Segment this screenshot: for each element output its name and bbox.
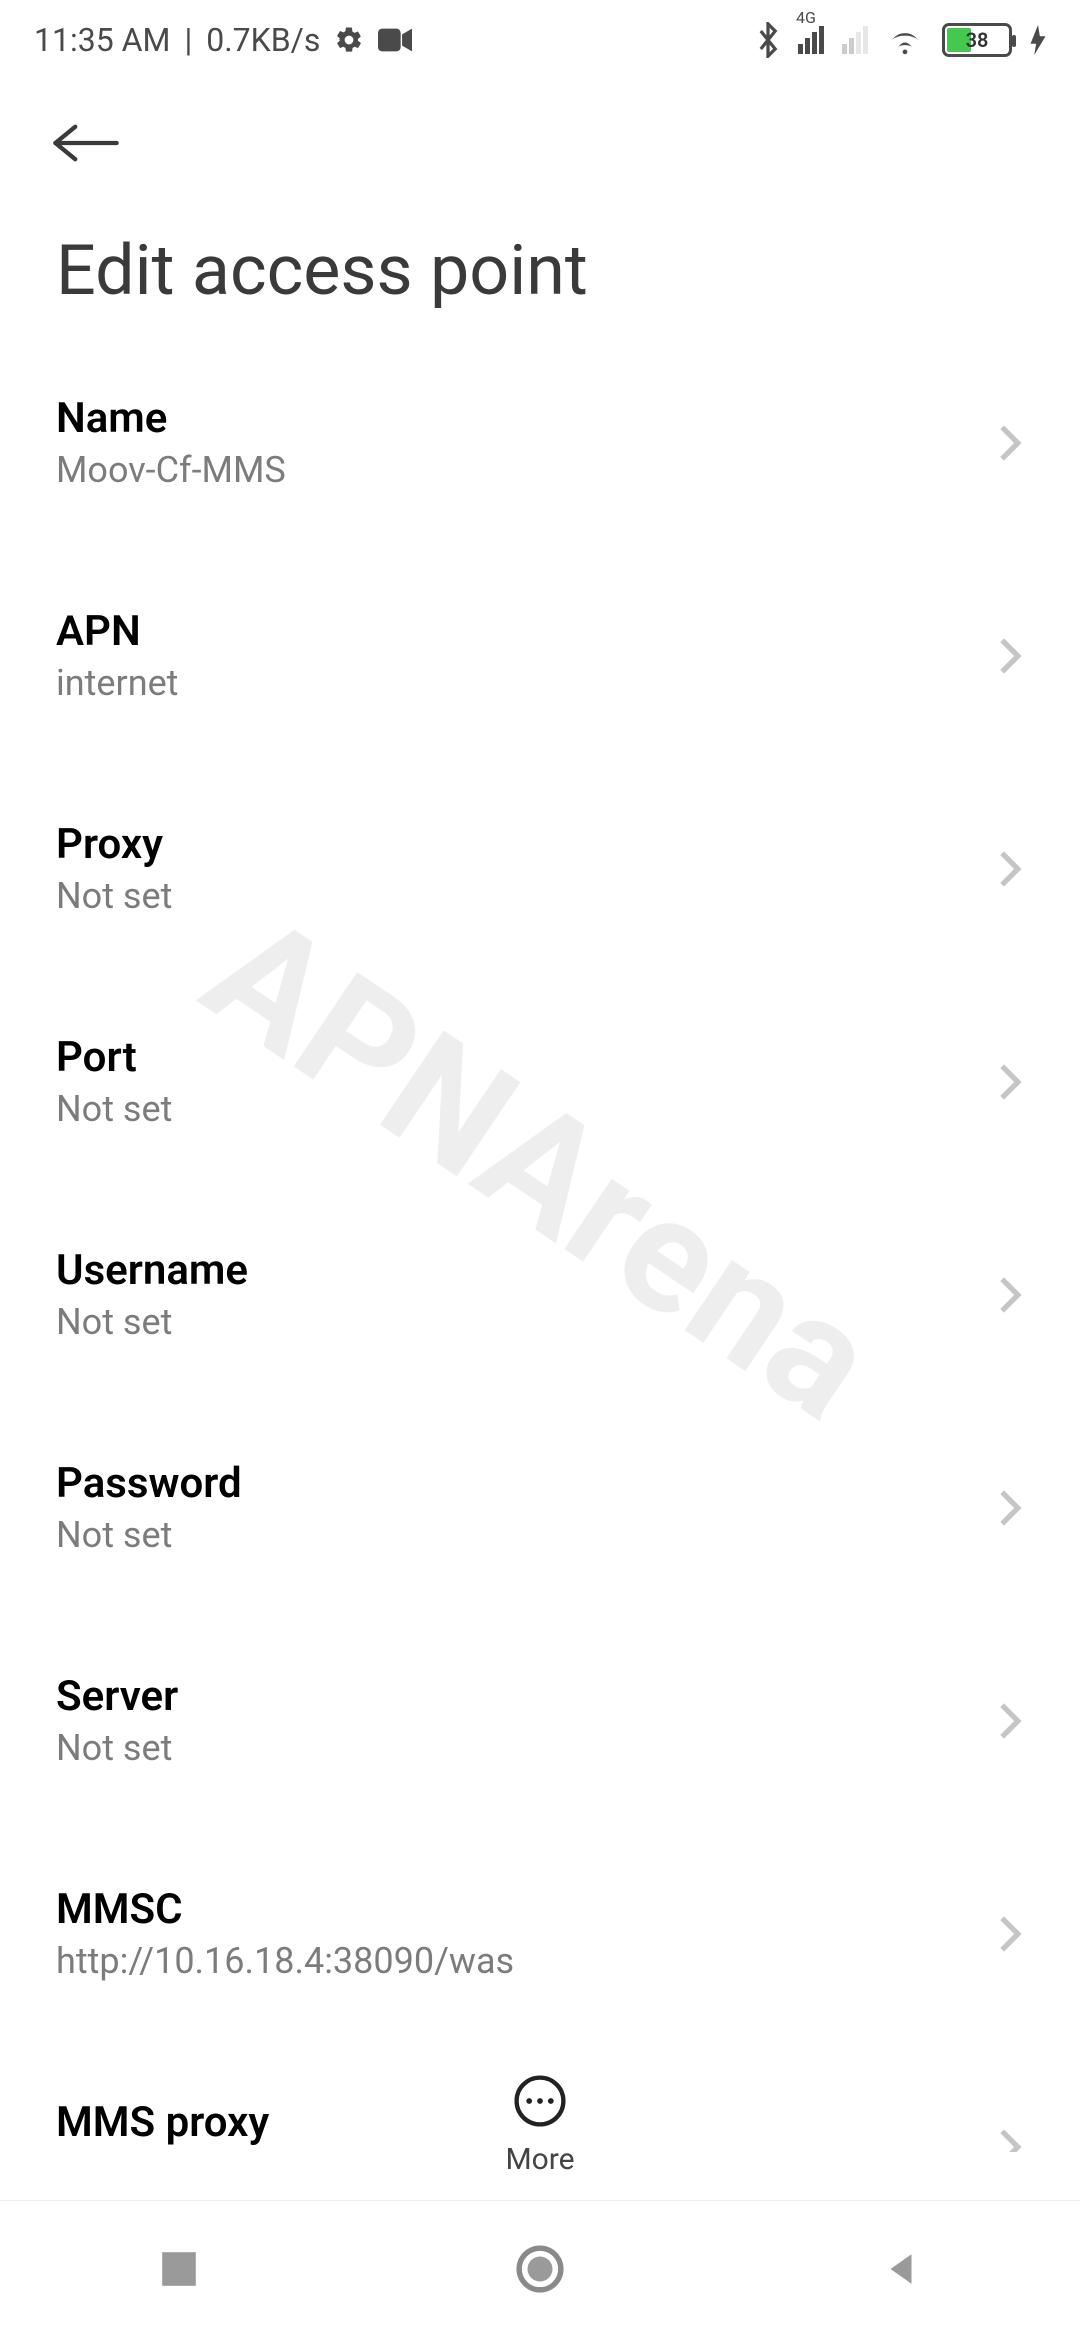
chevron-right-icon xyxy=(996,422,1024,464)
android-nav-bar xyxy=(0,2200,1080,2340)
status-bar: 11:35 AM | 0.7KB/s 4G xyxy=(0,0,1080,80)
row-password[interactable]: Password Not set xyxy=(0,1427,1080,1588)
chevron-right-icon xyxy=(996,848,1024,890)
chevron-right-icon xyxy=(996,1913,1024,1955)
page-title: Edit access point xyxy=(0,210,1080,362)
bottom-toolbar: More xyxy=(0,2050,1080,2200)
row-value: http://10.16.18.4:38090/was xyxy=(56,1940,514,1982)
chevron-right-icon xyxy=(996,1061,1024,1103)
more-button[interactable] xyxy=(513,2074,567,2132)
chevron-right-icon xyxy=(996,635,1024,677)
status-left: 11:35 AM | 0.7KB/s xyxy=(34,21,412,59)
settings-list: APNArena Name Moov-Cf-MMS APN internet P… xyxy=(0,362,1080,2152)
row-proxy[interactable]: Proxy Not set xyxy=(0,788,1080,949)
row-label: Password xyxy=(56,1459,242,1508)
row-username[interactable]: Username Not set xyxy=(0,1214,1080,1375)
status-net-speed: 0.7KB/s xyxy=(206,21,320,59)
row-value: Not set xyxy=(56,875,172,917)
row-mmsc[interactable]: MMSC http://10.16.18.4:38090/was xyxy=(0,1853,1080,2014)
status-right: 4G 38 xyxy=(756,22,1046,58)
app-top-bar xyxy=(0,80,1080,210)
network-label: 4G xyxy=(796,8,816,27)
charging-bolt-icon xyxy=(1030,25,1046,55)
gear-icon xyxy=(334,25,364,55)
signal-nosim-icon xyxy=(842,26,868,54)
row-value: Moov-Cf-MMS xyxy=(56,449,286,491)
signal-4g-icon: 4G xyxy=(798,26,824,54)
battery-icon: 38 xyxy=(942,23,1012,57)
chevron-right-icon xyxy=(996,1487,1024,1529)
status-time: 11:35 AM xyxy=(34,21,170,59)
chevron-right-icon xyxy=(996,1274,1024,1316)
row-label: Name xyxy=(56,394,286,443)
back-arrow-icon[interactable] xyxy=(50,119,122,171)
row-label: Proxy xyxy=(56,820,172,869)
row-value: Not set xyxy=(56,1514,242,1556)
bluetooth-icon xyxy=(756,22,780,58)
row-label: Username xyxy=(56,1246,248,1295)
chevron-right-icon xyxy=(996,1700,1024,1742)
row-value: internet xyxy=(56,662,178,704)
more-label: More xyxy=(505,2142,574,2177)
wifi-icon xyxy=(886,25,924,55)
row-name[interactable]: Name Moov-Cf-MMS xyxy=(0,362,1080,523)
row-label: Port xyxy=(56,1033,172,1082)
row-value: Not set xyxy=(56,1727,178,1769)
row-label: MMSC xyxy=(56,1885,514,1934)
video-camera-icon xyxy=(378,28,412,52)
row-label: Server xyxy=(56,1672,178,1721)
row-label: APN xyxy=(56,607,178,656)
row-value: Not set xyxy=(56,1301,248,1343)
battery-percentage: 38 xyxy=(945,26,1009,54)
row-value: Not set xyxy=(56,1088,172,1130)
status-separator: | xyxy=(184,21,192,59)
nav-recents-button[interactable] xyxy=(158,2248,200,2294)
row-server[interactable]: Server Not set xyxy=(0,1640,1080,1801)
nav-home-button[interactable] xyxy=(515,2244,565,2298)
row-apn[interactable]: APN internet xyxy=(0,575,1080,736)
row-port[interactable]: Port Not set xyxy=(0,1001,1080,1162)
nav-back-button[interactable] xyxy=(880,2248,922,2294)
